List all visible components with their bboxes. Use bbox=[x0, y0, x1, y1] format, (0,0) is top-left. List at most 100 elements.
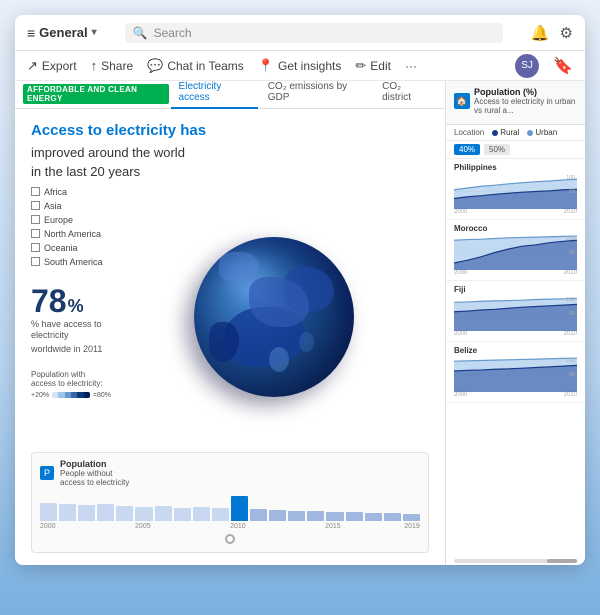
content-area: AFFORDABLE AND CLEAN ENERGY Electricity … bbox=[15, 81, 585, 565]
timeline-bar[interactable] bbox=[212, 508, 229, 521]
timeline-bar[interactable] bbox=[250, 509, 267, 521]
region-checkbox[interactable] bbox=[31, 257, 40, 266]
chart-svg: 10060 bbox=[454, 357, 577, 392]
timeline-bar[interactable] bbox=[97, 504, 114, 521]
timeline-bar[interactable] bbox=[231, 496, 248, 521]
chart-x-label: 2000 bbox=[454, 270, 467, 276]
region-label: North America bbox=[44, 229, 101, 239]
chart-svg: 10060 bbox=[454, 296, 577, 331]
region-checkbox[interactable] bbox=[31, 243, 40, 252]
avatar[interactable]: SJ bbox=[515, 54, 539, 78]
mini-chart: 10050 bbox=[454, 174, 577, 209]
chat-icon: 💬 bbox=[147, 58, 163, 74]
chart-x-label: 2000 bbox=[454, 331, 467, 337]
panel-icon-row: 🏠 Population (%) Access to electricity i… bbox=[454, 87, 577, 115]
timeline-bar[interactable] bbox=[135, 507, 152, 521]
svg-text:100: 100 bbox=[566, 236, 575, 242]
region-item[interactable]: Oceania bbox=[31, 243, 111, 253]
region-item[interactable]: Europe bbox=[31, 215, 111, 225]
filter-50-button[interactable]: 50% bbox=[484, 144, 510, 155]
chart-country-label: Belize bbox=[454, 346, 577, 355]
legend-low-label: +20% bbox=[31, 392, 49, 399]
timeline-bar[interactable] bbox=[403, 514, 420, 521]
chart-svg: 100 50 bbox=[454, 235, 577, 270]
tab-electricity[interactable]: Electricity access bbox=[171, 81, 258, 109]
tab-co2-district[interactable]: CO₂ district bbox=[374, 81, 437, 109]
settings-icon[interactable]: ⚙ bbox=[560, 24, 573, 42]
left-column: Africa Asia Europe North America Oceania Sout… bbox=[31, 187, 111, 449]
region-checkbox[interactable] bbox=[31, 229, 40, 238]
region-item[interactable]: North America bbox=[31, 229, 111, 239]
timeline-bar[interactable] bbox=[307, 511, 324, 521]
chart-x-label: 2010 bbox=[564, 331, 577, 337]
region-item[interactable]: Africa bbox=[31, 187, 111, 197]
chart-x-label: 2000 bbox=[454, 209, 467, 215]
globe-se-asia bbox=[299, 332, 314, 352]
avatar-initials: SJ bbox=[521, 60, 533, 71]
svg-text:100: 100 bbox=[566, 175, 575, 181]
chart-item: Morocco1005020002010 bbox=[446, 220, 585, 281]
region-checkbox[interactable] bbox=[31, 215, 40, 224]
timeline-bar[interactable] bbox=[59, 504, 76, 521]
region-label: South America bbox=[44, 257, 103, 267]
chat-label: Chat in Teams bbox=[167, 59, 243, 73]
channel-label: General bbox=[39, 25, 87, 40]
horizontal-scrollbar[interactable] bbox=[454, 559, 577, 563]
globe-light bbox=[224, 257, 274, 297]
export-button[interactable]: ↗ Export bbox=[27, 58, 77, 74]
timeline-main-label: Population bbox=[60, 459, 129, 469]
timeline-bar[interactable] bbox=[365, 513, 382, 521]
region-item[interactable]: Asia bbox=[31, 201, 111, 211]
channel-selector[interactable]: ≡ General ▾ bbox=[27, 25, 97, 41]
timeline-sublabel-1: People without bbox=[60, 469, 129, 478]
chart-x-labels: 2000 2010 bbox=[454, 331, 577, 337]
timeline-bar[interactable] bbox=[155, 506, 172, 521]
timeline-slider[interactable] bbox=[225, 534, 235, 544]
report-badge: AFFORDABLE AND CLEAN ENERGY bbox=[23, 84, 169, 104]
bell-icon[interactable]: 🔔 bbox=[531, 24, 550, 42]
chart-x-label: 2000 bbox=[454, 392, 467, 398]
region-label: Asia bbox=[44, 201, 62, 211]
urban-label: Urban bbox=[535, 128, 557, 137]
year-label: 2010 bbox=[230, 523, 246, 530]
more-options-button[interactable]: ··· bbox=[405, 59, 417, 73]
timeline-bar[interactable] bbox=[384, 513, 401, 521]
top-bar: ≡ General ▾ 🔍 Search 🔔 ⚙ bbox=[15, 15, 585, 51]
timeline-bar[interactable] bbox=[326, 512, 343, 521]
get-insights-button[interactable]: 📍 Get insights bbox=[258, 58, 342, 74]
right-panel-header: 🏠 Population (%) Access to electricity i… bbox=[446, 81, 585, 125]
region-item[interactable]: South America bbox=[31, 257, 111, 267]
region-list: Africa Asia Europe North America Oceania Sout… bbox=[31, 187, 111, 267]
bookmark-icon[interactable]: 🔖 bbox=[553, 56, 573, 76]
charts-container: Philippines1005020002010Morocco100502000… bbox=[446, 159, 585, 557]
timeline-bar[interactable] bbox=[174, 508, 191, 521]
panel-home-icon: 🏠 bbox=[454, 93, 470, 109]
insights-icon: 📍 bbox=[258, 58, 274, 74]
share-button[interactable]: ↑ Share bbox=[91, 58, 134, 73]
timeline-bar[interactable] bbox=[40, 503, 57, 521]
timeline-bar[interactable] bbox=[346, 512, 363, 521]
svg-text:50: 50 bbox=[569, 250, 575, 256]
region-checkbox[interactable] bbox=[31, 201, 40, 210]
timeline-bar[interactable] bbox=[269, 510, 286, 521]
filter-40-button[interactable]: 40% bbox=[454, 144, 480, 155]
timeline-bar[interactable] bbox=[116, 506, 133, 521]
toolbar: ↗ Export ↑ Share 💬 Chat in Teams 📍 Get i… bbox=[15, 51, 585, 81]
chart-x-labels: 20002010 bbox=[454, 392, 577, 398]
edit-button[interactable]: ✏ Edit bbox=[355, 58, 391, 74]
timeline-bar[interactable] bbox=[193, 507, 210, 521]
search-bar[interactable]: 🔍 Search bbox=[125, 23, 503, 43]
year-label: 2015 bbox=[325, 523, 341, 530]
more-icon: ··· bbox=[405, 59, 417, 73]
legend-gradient bbox=[52, 392, 90, 398]
rural-dot bbox=[492, 130, 498, 136]
tab-co2-gdp[interactable]: CO₂ emissions by GDP bbox=[260, 81, 372, 109]
chat-in-teams-button[interactable]: 💬 Chat in Teams bbox=[147, 58, 244, 74]
chart-country-label: Philippines bbox=[454, 163, 577, 172]
region-checkbox[interactable] bbox=[31, 187, 40, 196]
export-icon: ↗ bbox=[27, 58, 38, 74]
chart-item: Fiji1006020002010 bbox=[446, 281, 585, 342]
timeline-bar[interactable] bbox=[78, 505, 95, 521]
timeline-bar[interactable] bbox=[288, 511, 305, 521]
right-panel: 🏠 Population (%) Access to electricity i… bbox=[445, 81, 585, 565]
